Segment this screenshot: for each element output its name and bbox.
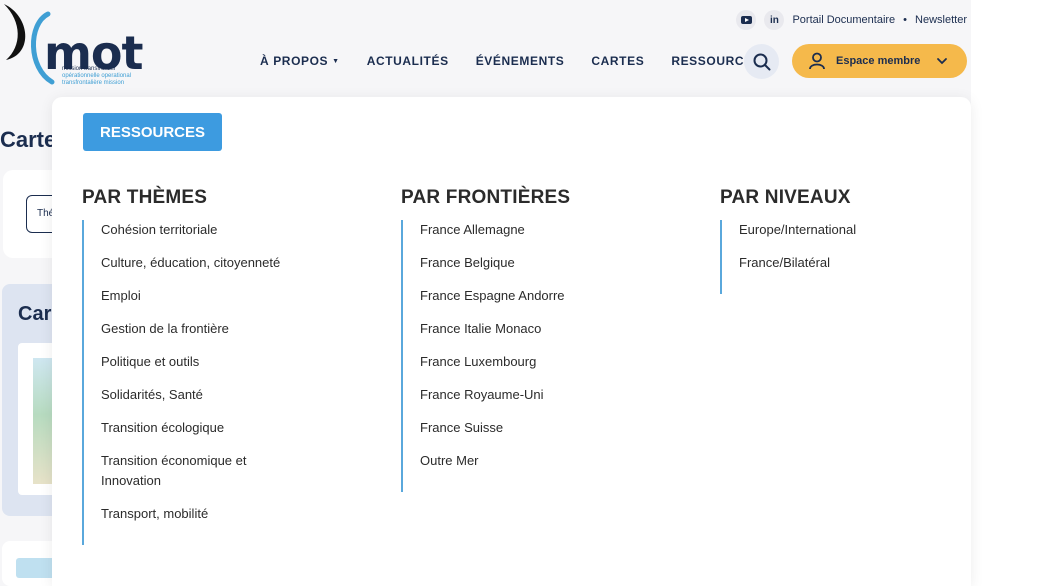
newsletter-link[interactable]: Newsletter bbox=[915, 14, 967, 26]
menu-link-niveau[interactable]: France/Bilatéral bbox=[739, 253, 856, 273]
menu-link-frontiere[interactable]: France Suisse bbox=[420, 418, 570, 438]
menu-column-niveaux: PAR NIVEAUX Europe/International France/… bbox=[720, 187, 856, 294]
menu-link-theme[interactable]: Solidarités, Santé bbox=[101, 385, 291, 405]
menu-column-frontieres: PAR FRONTIÈRES France Allemagne France B… bbox=[401, 187, 570, 492]
site-logo[interactable]: mot mission transfrontier opérationnelle… bbox=[0, 2, 144, 88]
bottom-chip-partial bbox=[16, 558, 56, 578]
nav-evenements[interactable]: ÉVÉNEMENTS bbox=[476, 54, 565, 68]
nav-actualites-label: ACTUALITÉS bbox=[366, 54, 449, 68]
nav-evenements-label: ÉVÉNEMENTS bbox=[475, 54, 565, 68]
menu-link-niveau[interactable]: Europe/International bbox=[739, 220, 856, 240]
column-heading-themes: PAR THÈMES bbox=[82, 187, 208, 208]
column-heading-niveaux: PAR NIVEAUX bbox=[720, 187, 851, 208]
espace-membre-label: Espace membre bbox=[836, 55, 921, 67]
logo-tagline-3: transfrontalière mission bbox=[62, 80, 125, 86]
portail-documentaire-link[interactable]: Portail Documentaire bbox=[792, 14, 895, 26]
menu-link-frontiere[interactable]: France Italie Monaco bbox=[420, 319, 570, 339]
page-title-partial: Carte bbox=[0, 127, 57, 152]
menu-link-frontiere[interactable]: France Luxembourg bbox=[420, 352, 570, 372]
ressources-mega-menu: RESSOURCES PAR THÈMES Cohésion territori… bbox=[52, 97, 971, 586]
logo-tagline-2: opérationnelle operational bbox=[62, 73, 132, 79]
logo-tagline-1: mission transfrontier bbox=[62, 66, 117, 72]
main-nav: À PROPOS ▼ ACTUALITÉS ÉVÉNEMENTS CARTES … bbox=[260, 48, 800, 74]
menu-link-theme[interactable]: Gestion de la frontière bbox=[101, 319, 291, 339]
separator-dot: • bbox=[903, 14, 908, 26]
ressources-badge-button[interactable]: RESSOURCES bbox=[83, 113, 222, 151]
chevron-down-icon bbox=[937, 58, 948, 65]
menu-link-frontiere[interactable]: Outre Mer bbox=[420, 451, 570, 471]
menu-link-frontiere[interactable]: France Espagne Andorre bbox=[420, 286, 570, 306]
maps-section-title-partial: Car bbox=[18, 303, 52, 325]
menu-link-theme[interactable]: Cohésion territoriale bbox=[101, 220, 291, 240]
youtube-icon[interactable] bbox=[736, 10, 757, 30]
menu-link-theme[interactable]: Emploi bbox=[101, 286, 291, 306]
menu-link-frontiere[interactable]: France Royaume-Uni bbox=[420, 385, 570, 405]
nav-actualites[interactable]: ACTUALITÉS bbox=[367, 54, 449, 68]
right-margin bbox=[971, 0, 1040, 586]
menu-link-theme[interactable]: Transport, mobilité bbox=[101, 504, 291, 524]
frontieres-list: France Allemagne France Belgique France … bbox=[401, 220, 570, 492]
menu-link-theme[interactable]: Transition économique et Innovation bbox=[101, 451, 291, 491]
nav-a-propos-label: À PROPOS bbox=[260, 54, 329, 68]
nav-cartes-label: CARTES bbox=[591, 54, 645, 68]
nav-cartes[interactable]: CARTES bbox=[591, 54, 644, 68]
search-button[interactable] bbox=[744, 44, 779, 79]
menu-link-frontiere[interactable]: France Allemagne bbox=[420, 220, 570, 240]
menu-link-theme[interactable]: Culture, éducation, citoyenneté bbox=[101, 253, 291, 273]
nav-a-propos[interactable]: À PROPOS ▼ bbox=[260, 54, 340, 68]
menu-link-theme[interactable]: Politique et outils bbox=[101, 352, 291, 372]
column-heading-frontieres: PAR FRONTIÈRES bbox=[401, 187, 571, 208]
linkedin-icon[interactable]: in bbox=[764, 10, 785, 30]
niveaux-list: Europe/International France/Bilatéral bbox=[720, 220, 856, 294]
espace-membre-button[interactable]: Espace membre bbox=[792, 44, 967, 78]
menu-link-frontiere[interactable]: France Belgique bbox=[420, 253, 570, 273]
menu-column-themes: PAR THÈMES Cohésion territoriale Culture… bbox=[82, 187, 291, 545]
search-icon bbox=[753, 53, 770, 70]
top-links-bar: in Portail Documentaire • Newsletter bbox=[736, 10, 967, 30]
menu-link-theme[interactable]: Transition écologique bbox=[101, 418, 291, 438]
caret-down-icon: ▼ bbox=[332, 57, 340, 65]
user-icon bbox=[809, 52, 825, 70]
themes-list: Cohésion territoriale Culture, éducation… bbox=[82, 220, 291, 545]
